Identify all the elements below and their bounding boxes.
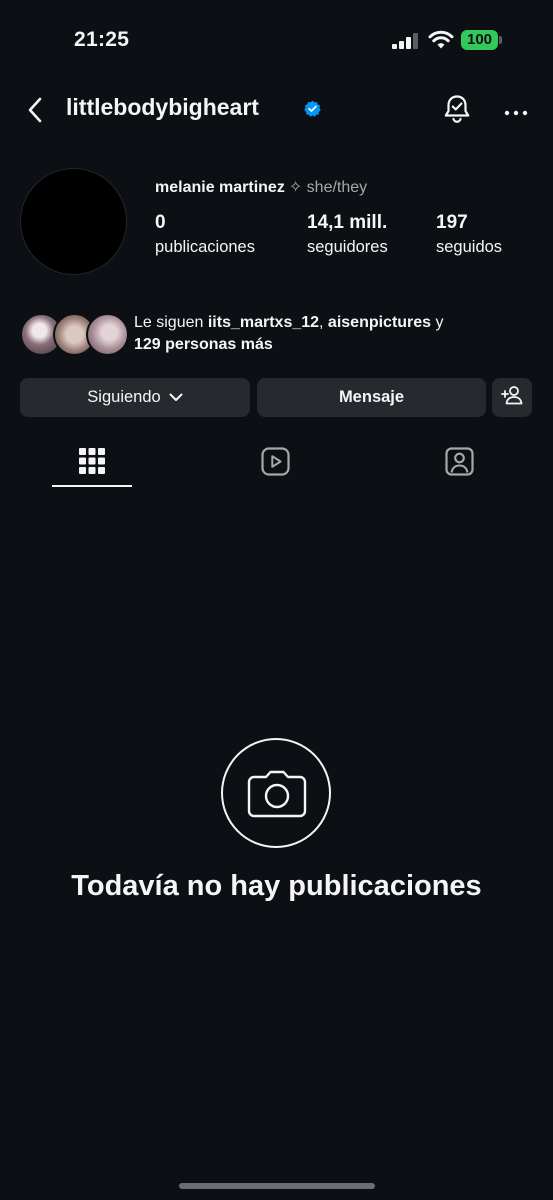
empty-state-message: Todavía no hay publicaciones xyxy=(71,870,482,902)
tab-grid[interactable] xyxy=(79,447,105,480)
full-name-text: melanie martinez xyxy=(155,179,285,196)
stat-following[interactable]: 197 seguidos xyxy=(436,212,502,257)
profile-full-name: melanie martinez ✧ she/they xyxy=(155,177,367,197)
stat-following-value: 197 xyxy=(436,212,468,233)
tab-tagged[interactable] xyxy=(445,447,474,481)
stat-posts-label: publicaciones xyxy=(155,238,255,256)
tab-reels[interactable] xyxy=(261,447,290,481)
status-time: 21:25 xyxy=(74,28,130,51)
back-icon[interactable] xyxy=(26,96,44,129)
reels-icon xyxy=(261,447,290,480)
pronouns-text: ✧ she/they xyxy=(288,179,368,196)
followed-by-prefix: Le siguen xyxy=(134,314,208,331)
notification-bell-icon[interactable] xyxy=(442,93,472,130)
mutual-follower-link[interactable]: aisenpictures xyxy=(328,314,431,331)
battery-indicator: 100 xyxy=(461,30,498,50)
others-followers-link[interactable]: 129 personas más xyxy=(134,336,273,353)
profile-username: littlebodybigheart xyxy=(66,94,259,120)
followed-by-separator: , xyxy=(319,314,328,331)
following-button-label: Siguiendo xyxy=(87,388,161,406)
add-person-icon xyxy=(501,385,523,410)
camera-icon xyxy=(247,770,307,823)
stat-followers-value: 14,1 mill. xyxy=(307,212,388,233)
stat-followers-label: seguidores xyxy=(307,238,388,256)
grid-icon xyxy=(79,448,105,479)
mutual-follower-link[interactable]: iits_martxs_12 xyxy=(208,314,319,331)
more-options-icon[interactable] xyxy=(504,104,528,122)
stat-followers[interactable]: 14,1 mill. seguidores xyxy=(307,212,388,257)
stat-posts-value: 0 xyxy=(155,212,166,233)
suggest-people-button[interactable] xyxy=(492,378,532,417)
message-button[interactable]: Mensaje xyxy=(257,378,486,417)
followed-by-joiner: y xyxy=(431,314,444,331)
wifi-icon xyxy=(428,30,454,55)
stat-posts[interactable]: 0 publicaciones xyxy=(155,212,255,257)
active-tab-indicator xyxy=(52,485,132,487)
stat-following-label: seguidos xyxy=(436,238,503,256)
chevron-down-icon xyxy=(169,388,183,407)
following-button[interactable]: Siguiendo xyxy=(20,378,250,417)
profile-avatar[interactable] xyxy=(20,168,127,275)
battery-tip xyxy=(499,36,502,44)
mutual-follower-avatar[interactable] xyxy=(86,313,129,356)
signal-icon xyxy=(392,33,420,49)
followed-by-text[interactable]: Le siguen iits_martxs_12, aisenpictures … xyxy=(134,312,534,356)
home-indicator[interactable] xyxy=(179,1183,375,1189)
verified-badge-icon xyxy=(304,100,321,122)
tagged-icon xyxy=(445,447,474,480)
empty-posts-graphic xyxy=(221,738,331,848)
